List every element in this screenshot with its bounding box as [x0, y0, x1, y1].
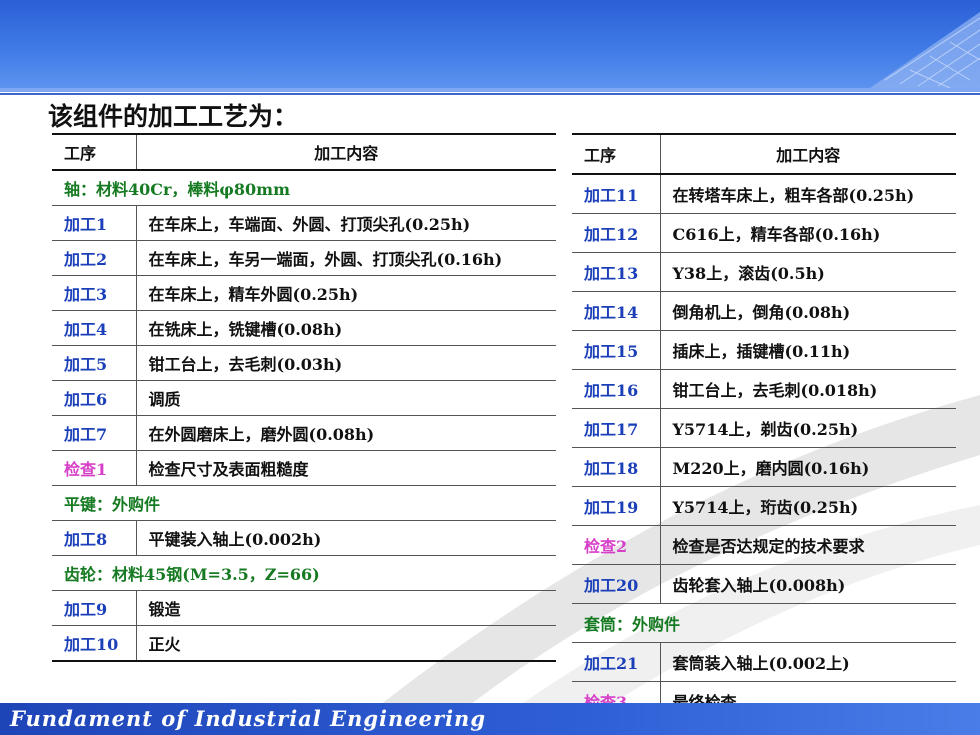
- process-step: 加工12: [572, 213, 661, 253]
- table-row: 加工7 在外圆磨床上，磨外圆(0.08h): [52, 415, 556, 451]
- section-row: 轴：材料40Cr，棒料φ80mm: [52, 170, 556, 206]
- table-row: 加工5 钳工台上，去毛刺(0.03h): [52, 345, 556, 381]
- table-row: 加工17 Y5714上，剃齿(0.25h): [572, 408, 956, 448]
- right-process-table: 工序 加工内容 加工11 在转塔车床上，粗车各部(0.25h) 加工12 C616上，精车…: [572, 133, 956, 722]
- table-row: 加工9 锻造: [52, 590, 556, 626]
- table-row: 加工14 倒角机上，倒角(0.08h): [572, 291, 956, 331]
- process-step: 加工8: [52, 520, 137, 556]
- table-row: 加工16 钳工台上，去毛刺(0.018h): [572, 369, 956, 409]
- table-row: 加工1 在车床上，车端面、外圆、打顶尖孔(0.25h): [52, 205, 556, 241]
- process-step: 加工20: [572, 564, 661, 604]
- process-step: 加工16: [572, 369, 661, 409]
- process-content: 钳工台上，去毛刺(0.03h): [136, 345, 556, 381]
- table-row: 检查1 检查尺寸及表面粗糙度: [52, 450, 556, 486]
- process-step: 加工4: [52, 310, 137, 346]
- process-content: 锻造: [136, 590, 556, 626]
- table-row: 加工13 Y38上，滚齿(0.5h): [572, 252, 956, 292]
- table-row: 加工12 C616上，精车各部(0.16h): [572, 213, 956, 253]
- process-content: M220上，磨内圆(0.16h): [660, 447, 956, 487]
- process-content: 在转塔车床上，粗车各部(0.25h): [660, 174, 956, 214]
- process-content: 在外圆磨床上，磨外圆(0.08h): [136, 415, 556, 451]
- section-label: 齿轮：材料45钢(M=3.5，Z=66): [52, 555, 556, 591]
- process-content: 调质: [136, 380, 556, 416]
- process-step: 加工5: [52, 345, 137, 381]
- process-step: 加工15: [572, 330, 661, 370]
- process-step: 加工6: [52, 380, 137, 416]
- process-step: 加工9: [52, 590, 137, 626]
- process-content: 在铣床上，铣键槽(0.08h): [136, 310, 556, 346]
- process-content: Y5714上，珩齿(0.25h): [660, 486, 956, 526]
- section-label: 平键：外购件: [52, 485, 556, 521]
- left-process-table: 工序 加工内容 轴：材料40Cr，棒料φ80mm 加工1 在车床上，车端面、外圆、打顶尖…: [52, 133, 556, 662]
- process-step: 加工13: [572, 252, 661, 292]
- process-step: 加工17: [572, 408, 661, 448]
- header-divider-dark: [0, 93, 980, 95]
- table-row: 加工10 正火: [52, 625, 556, 662]
- process-content: 正火: [136, 625, 556, 662]
- table-row: 加工15 插床上，插键槽(0.11h): [572, 330, 956, 370]
- process-content: 倒角机上，倒角(0.08h): [660, 291, 956, 331]
- process-step: 加工14: [572, 291, 661, 331]
- table-row: 加工19 Y5714上，珩齿(0.25h): [572, 486, 956, 526]
- table-header-row: 工序 加工内容: [52, 134, 556, 171]
- process-step: 加工10: [52, 625, 137, 662]
- process-content: 齿轮套入轴上(0.008h): [660, 564, 956, 604]
- keyboard-image: [870, 12, 980, 88]
- process-content: 插床上，插键槽(0.11h): [660, 330, 956, 370]
- process-step: 检查2: [572, 525, 661, 565]
- table-row: 加工11 在转塔车床上，粗车各部(0.25h): [572, 174, 956, 214]
- process-content: Y38上，滚齿(0.5h): [660, 252, 956, 292]
- table-row: 加工3 在车床上，精车外圆(0.25h): [52, 275, 556, 311]
- header-divider: [0, 88, 980, 92]
- header-content: 加工内容: [136, 134, 556, 171]
- section-row: 齿轮：材料45钢(M=3.5，Z=66): [52, 555, 556, 591]
- process-content: 在车床上，车端面、外圆、打顶尖孔(0.25h): [136, 205, 556, 241]
- header-content: 加工内容: [660, 134, 956, 175]
- process-content: Y5714上，剃齿(0.25h): [660, 408, 956, 448]
- table-row: 加工18 M220上，磨内圆(0.16h): [572, 447, 956, 487]
- table-row: 加工8 平键装入轴上(0.002h): [52, 520, 556, 556]
- section-label: 套筒：外购件: [572, 603, 956, 643]
- process-content: 平键装入轴上(0.002h): [136, 520, 556, 556]
- process-step: 加工2: [52, 240, 137, 276]
- process-step: 加工7: [52, 415, 137, 451]
- header-process: 工序: [52, 134, 137, 171]
- process-content: 检查是否达规定的技术要求: [660, 525, 956, 565]
- process-step: 加工1: [52, 205, 137, 241]
- table-row: 加工4 在铣床上，铣键槽(0.08h): [52, 310, 556, 346]
- table-row: 加工6 调质: [52, 380, 556, 416]
- table-header-row: 工序 加工内容: [572, 134, 956, 175]
- process-content: 检查尺寸及表面粗糙度: [136, 450, 556, 486]
- process-step: 加工11: [572, 174, 661, 214]
- table-row: 加工20 齿轮套入轴上(0.008h): [572, 564, 956, 604]
- section-row: 套筒：外购件: [572, 603, 956, 643]
- process-step: 加工19: [572, 486, 661, 526]
- process-content: 在车床上，车另一端面，外圆、打顶尖孔(0.16h): [136, 240, 556, 276]
- process-content: 钳工台上，去毛刺(0.018h): [660, 369, 956, 409]
- table-row: 加工2 在车床上，车另一端面，外圆、打顶尖孔(0.16h): [52, 240, 556, 276]
- footer-text: Fundament of Industrial Engineering: [10, 706, 486, 731]
- table-row: 加工21 套筒装入轴上(0.002上): [572, 642, 956, 682]
- page-title: 该组件的加工工艺为：: [48, 102, 299, 131]
- header-band: [0, 0, 980, 88]
- process-content: 在车床上，精车外圆(0.25h): [136, 275, 556, 311]
- section-label: 轴：材料40Cr，棒料φ80mm: [52, 170, 556, 206]
- table-row: 检查2 检查是否达规定的技术要求: [572, 525, 956, 565]
- header-process: 工序: [572, 134, 661, 175]
- process-step: 加工3: [52, 275, 137, 311]
- process-step: 检查1: [52, 450, 137, 486]
- process-step: 加工21: [572, 642, 661, 682]
- process-content: C616上，精车各部(0.16h): [660, 213, 956, 253]
- process-content: 套筒装入轴上(0.002上): [660, 642, 956, 682]
- process-step: 加工18: [572, 447, 661, 487]
- section-row: 平键：外购件: [52, 485, 556, 521]
